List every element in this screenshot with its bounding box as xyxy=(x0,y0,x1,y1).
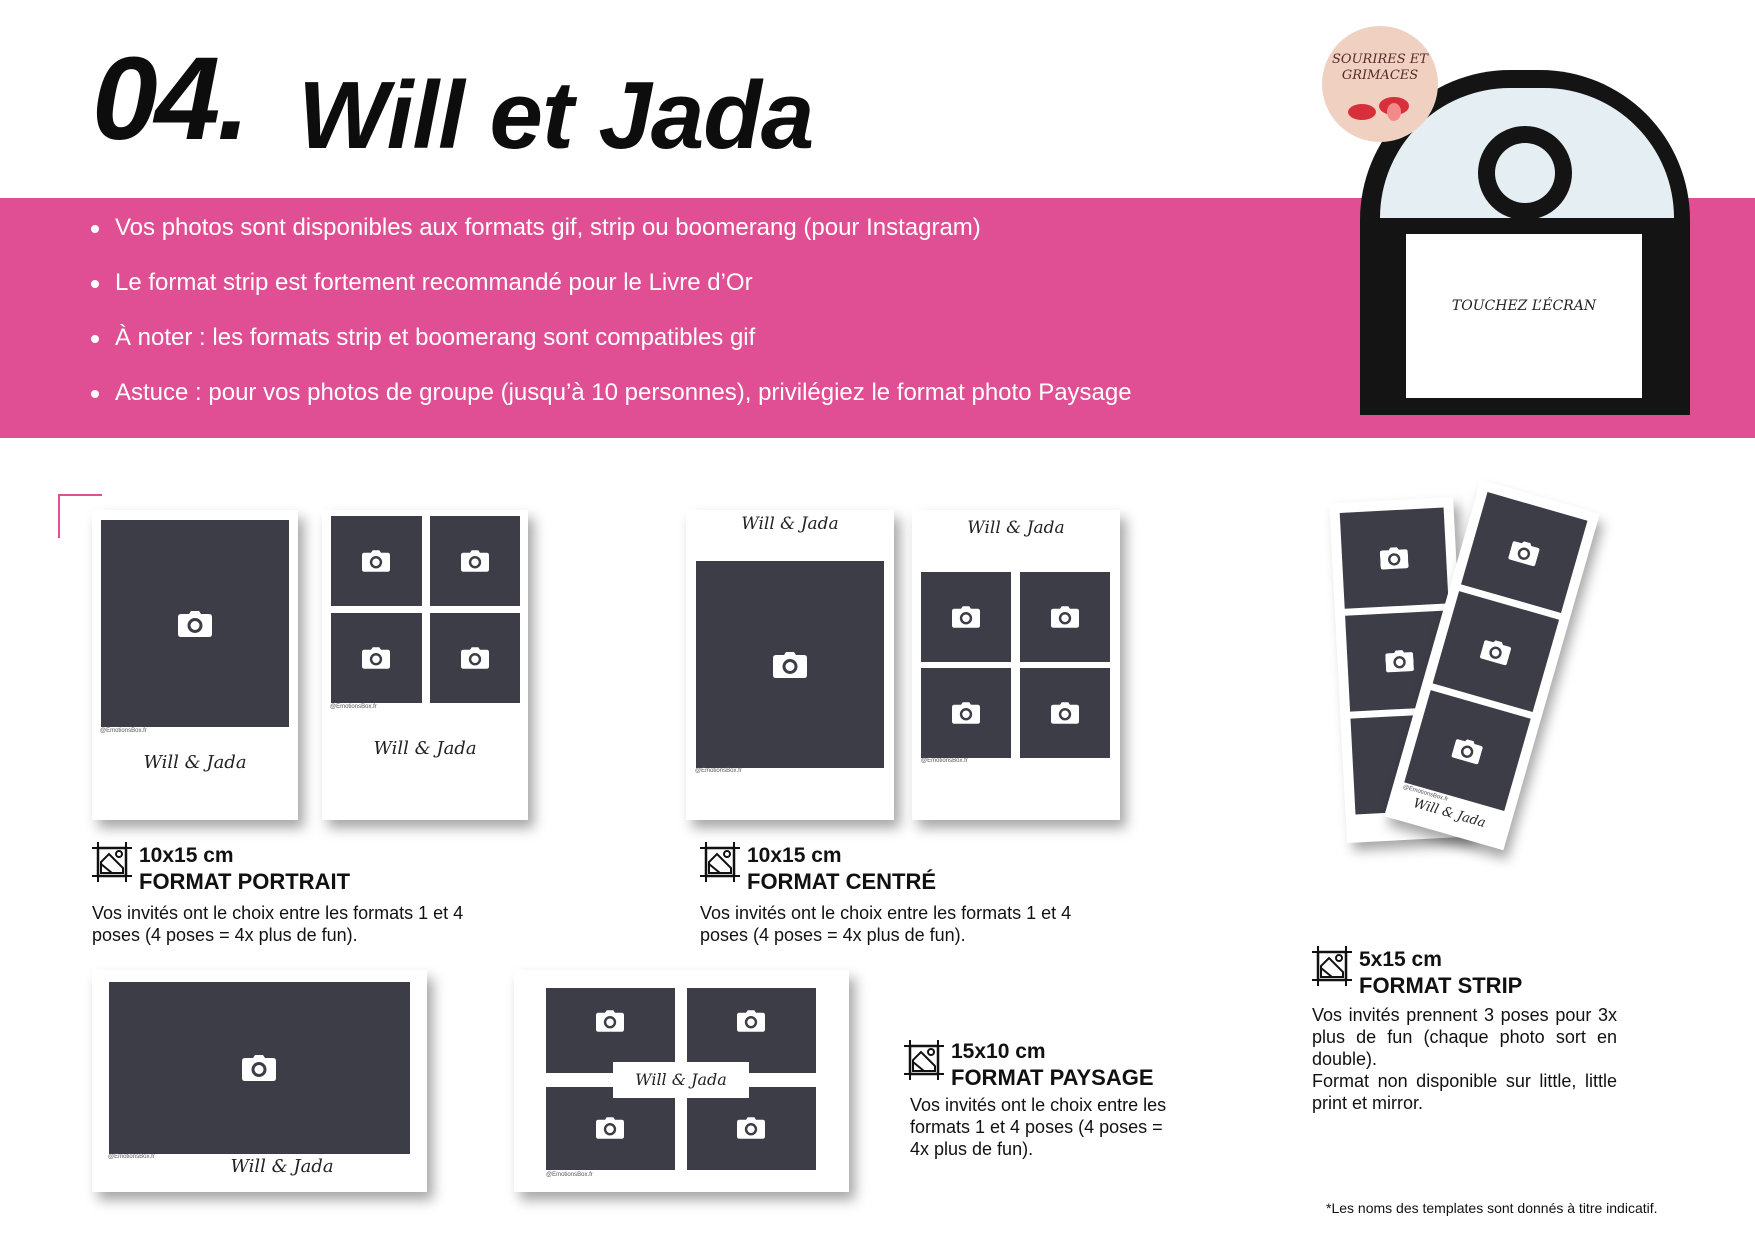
camera-icon xyxy=(1380,546,1409,569)
credit-text: @EmotionsBox.fr xyxy=(695,768,742,774)
page-number: 04. xyxy=(92,33,250,165)
photo-slot xyxy=(696,561,884,768)
camera-icon xyxy=(773,652,807,678)
format-strip-desc: Vos invités prennent 3 poses pour 3x plu… xyxy=(1312,1005,1617,1069)
camera-icon xyxy=(1479,637,1512,666)
camera-icon xyxy=(952,702,980,724)
format-icon xyxy=(1312,946,1352,986)
camera-icon xyxy=(737,1117,765,1139)
photo-slot xyxy=(430,516,520,606)
photo-slot xyxy=(1461,492,1588,614)
template-script-label: Will & Jada xyxy=(613,1062,749,1098)
photo-slot xyxy=(546,988,675,1073)
booth-screen-text: TOUCHEZ L’ÉCRAN xyxy=(1451,298,1597,314)
photo-slot xyxy=(331,516,422,606)
booth-lens-inner xyxy=(1495,143,1555,203)
camera-icon xyxy=(1385,649,1414,672)
camera-icon xyxy=(596,1117,624,1139)
template-script-label: Will & Jada xyxy=(230,1156,334,1177)
photo-slot xyxy=(1339,507,1449,609)
camera-icon xyxy=(461,647,489,669)
format-strip-note: Format non disponible sur little, little… xyxy=(1312,1071,1617,1113)
format-centre-name: FORMAT CENTRÉ xyxy=(747,869,937,894)
info-bullets: Vos photos sont disponibles aux formats … xyxy=(88,216,1132,436)
photo-slot xyxy=(430,613,520,703)
format-paysage-desc: Vos invités ont le choix entre les forma… xyxy=(910,1095,1167,1159)
bullet-strip: Le format strip est fortement recommandé… xyxy=(88,271,1132,295)
credit-text: @EmotionsBox.fr xyxy=(330,704,377,710)
template-script-label: Will & Jada xyxy=(373,738,477,759)
format-paysage-name: FORMAT PAYSAGE xyxy=(951,1065,1154,1090)
photo-slot xyxy=(1020,572,1110,662)
format-icon xyxy=(904,1040,944,1080)
format-centre-desc: Vos invités ont le choix entre les forma… xyxy=(700,903,1072,945)
credit-text: @EmotionsBox.fr xyxy=(546,1172,593,1178)
template-portrait-1pose: @EmotionsBox.fr Will & Jada xyxy=(92,510,298,820)
photo-slot xyxy=(921,572,1011,662)
camera-icon xyxy=(596,1010,624,1032)
template-centre-4pose: Will & Jada @EmotionsBox.fr xyxy=(912,510,1120,820)
photo-slot xyxy=(1020,668,1110,758)
format-paysage-size: 15x10 cm xyxy=(951,1040,1046,1063)
camera-icon xyxy=(737,1010,765,1032)
credit-text: @EmotionsBox.fr xyxy=(108,1154,155,1160)
template-script-label: Will & Jada xyxy=(967,518,1065,538)
bullet-compat: À noter : les formats strip et boomerang… xyxy=(88,326,1132,350)
camera-icon xyxy=(1451,736,1484,765)
template-script-label: Will & Jada xyxy=(741,514,839,534)
template-paysage-4pose: Will & Jada @EmotionsBox.fr xyxy=(514,970,849,1192)
format-portrait-name: FORMAT PORTRAIT xyxy=(139,869,351,894)
format-icon xyxy=(700,842,740,882)
photo-slot xyxy=(1432,591,1560,713)
template-paysage-1pose: @EmotionsBox.fr Will & Jada xyxy=(92,970,427,1192)
camera-icon xyxy=(461,550,489,572)
footnote: *Les noms des templates sont donnés à ti… xyxy=(1326,1200,1658,1216)
format-portrait-size: 10x15 cm xyxy=(139,844,234,867)
camera-icon xyxy=(242,1055,276,1081)
camera-icon xyxy=(1051,702,1079,724)
photo-slot xyxy=(101,520,289,727)
credit-text: @EmotionsBox.fr xyxy=(921,758,968,764)
template-centre-1pose: Will & Jada @EmotionsBox.fr xyxy=(686,510,894,820)
camera-icon xyxy=(1508,538,1541,567)
format-centre-size: 10x15 cm xyxy=(747,844,842,867)
photo-slot xyxy=(687,1087,816,1170)
photo-slot xyxy=(921,668,1011,758)
booth-badge-text: SOURIRES ET GRIMACES xyxy=(1332,52,1428,83)
photo-slot xyxy=(546,1087,675,1170)
camera-icon xyxy=(952,606,980,628)
photo-slot xyxy=(687,988,816,1073)
photo-slot xyxy=(331,613,422,703)
credit-text: @EmotionsBox.fr xyxy=(100,728,147,734)
format-portrait-desc: Vos invités ont le choix entre les forma… xyxy=(92,903,464,945)
camera-icon xyxy=(362,550,390,572)
booth-screen xyxy=(1406,234,1642,398)
template-script-label: Will & Jada xyxy=(143,752,247,773)
camera-icon xyxy=(1051,606,1079,628)
format-icon xyxy=(92,842,132,882)
bullet-formats: Vos photos sont disponibles aux formats … xyxy=(88,216,1132,240)
camera-icon xyxy=(178,611,212,637)
bullet-tip: Astuce : pour vos photos de groupe (jusq… xyxy=(88,381,1132,405)
page-title: Will et Jada xyxy=(298,62,814,169)
lips-tongue-icon xyxy=(1348,97,1409,121)
template-portrait-4pose: @EmotionsBox.fr Will & Jada xyxy=(322,510,528,820)
format-strip-size: 5x15 cm xyxy=(1359,948,1442,971)
camera-icon xyxy=(362,647,390,669)
photo-slot xyxy=(109,982,410,1154)
format-strip-name: FORMAT STRIP xyxy=(1359,973,1523,998)
